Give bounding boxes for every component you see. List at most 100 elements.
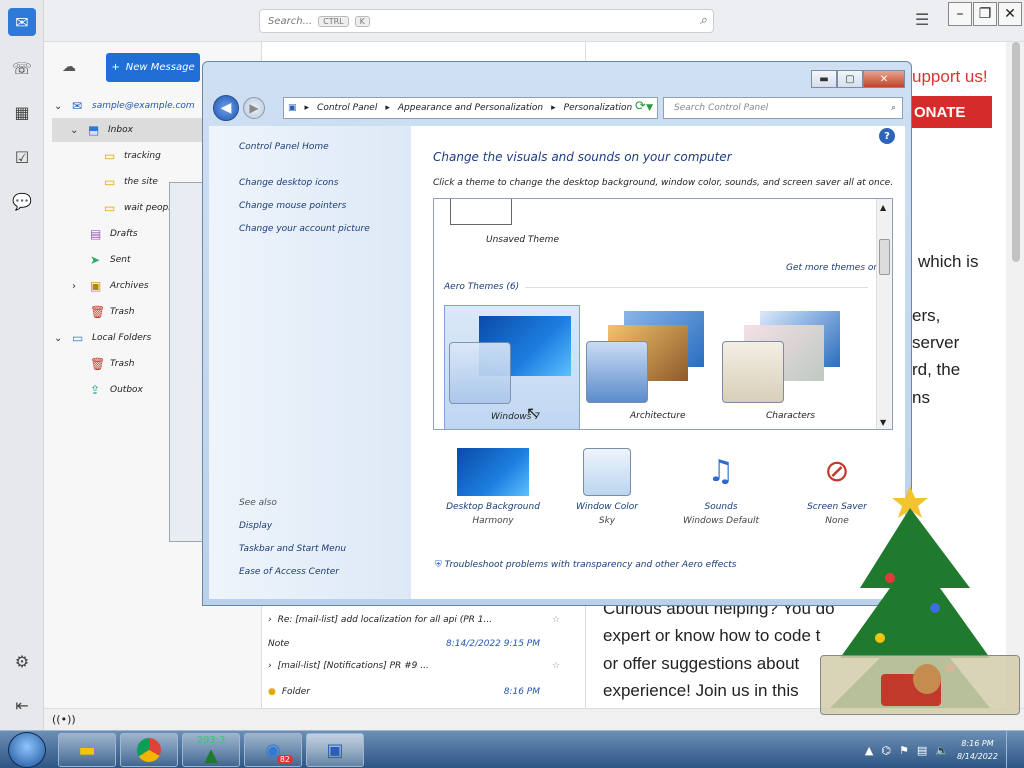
folder-label: Outbox bbox=[110, 385, 143, 395]
taskbar-link[interactable]: Taskbar and Start Menu bbox=[239, 544, 346, 554]
cp-home-link[interactable]: Control Panel Home bbox=[239, 142, 329, 152]
account-picture-link[interactable]: Change your account picture bbox=[239, 224, 370, 234]
show-hidden-icons[interactable]: ▲ bbox=[865, 744, 873, 757]
reader-line: expert or know how to code t bbox=[603, 626, 821, 645]
account-icon: ✉ bbox=[72, 99, 83, 113]
minimize-button[interactable]: – bbox=[948, 2, 972, 26]
message-subject: Folder bbox=[281, 687, 310, 697]
xmas-tree-taskbar-button[interactable]: 293:3 ▲ bbox=[182, 733, 240, 767]
folder-the-site[interactable]: ▭ the site bbox=[104, 170, 158, 194]
start-button[interactable] bbox=[8, 732, 46, 768]
local-folder-trash[interactable]: 🗑 Trash bbox=[90, 352, 134, 376]
cp-search-input[interactable]: Search Control Panel ⌕ bbox=[663, 97, 903, 119]
breadcrumb-appearance[interactable]: Appearance and Personalization bbox=[398, 103, 543, 113]
theme-color-preview bbox=[586, 341, 648, 403]
breadcrumb-sep: ▸ bbox=[385, 103, 390, 113]
chrome-taskbar-button[interactable] bbox=[120, 733, 178, 767]
local-folders-row[interactable]: ⌄ ▭ Local Folders bbox=[54, 326, 151, 350]
ornament bbox=[885, 573, 895, 583]
mail-space-icon[interactable]: ✉ bbox=[8, 8, 36, 36]
calendar-icon[interactable]: ▦ bbox=[8, 98, 36, 126]
global-search-input[interactable]: Search... CTRL K ⌕ bbox=[259, 9, 714, 33]
settings-icon[interactable]: ⚙ bbox=[8, 647, 36, 675]
star-icon[interactable]: ☆ bbox=[552, 661, 560, 671]
system-tray: ▲ ⌬ ⚑ ▤ 🔈 8:16 PM 8/14/2022 bbox=[865, 731, 1016, 768]
control-panel-taskbar-button[interactable]: ▣ bbox=[306, 733, 364, 767]
chevron-down-icon: ⌄ bbox=[54, 100, 63, 112]
chat-icon[interactable]: 💬 bbox=[8, 187, 36, 215]
network-icon[interactable]: ⌬ bbox=[881, 744, 891, 757]
refresh-icon[interactable]: ⟳ bbox=[635, 99, 653, 117]
theme-characters[interactable]: Characters bbox=[720, 305, 856, 429]
theme-architecture[interactable]: Architecture bbox=[584, 305, 720, 429]
scrollbar-thumb[interactable] bbox=[879, 239, 890, 275]
troubleshoot-label: Troubleshoot problems with transparency … bbox=[444, 560, 737, 570]
display-link[interactable]: Display bbox=[239, 521, 272, 531]
explorer-taskbar-button[interactable]: ▬ bbox=[58, 733, 116, 767]
taskbar-clock[interactable]: 8:16 PM 8/14/2022 bbox=[957, 737, 998, 763]
personalization-window: ▬ ▢ ✕ ◀ ▶ ▣ ▸ Control Panel ▸ Appearance… bbox=[202, 61, 912, 606]
background-window[interactable] bbox=[169, 182, 205, 542]
forward-button[interactable]: ▶ bbox=[243, 97, 265, 119]
display-icon[interactable]: ▤ bbox=[917, 744, 927, 757]
get-messages-icon[interactable]: ☁ bbox=[62, 59, 76, 75]
local-folder-outbox[interactable]: ⇪ Outbox bbox=[90, 378, 143, 402]
help-icon[interactable]: ? bbox=[879, 128, 895, 144]
cp-close-button[interactable]: ✕ bbox=[863, 70, 905, 88]
desktop-background-setting[interactable]: Desktop Background Harmony bbox=[438, 448, 548, 526]
message-row[interactable]: Note 8:14/2/2022 9:15 PM bbox=[268, 632, 564, 656]
volume-icon[interactable]: 🔈 bbox=[935, 744, 949, 757]
window-controls: – ❐ ✕ bbox=[948, 2, 1022, 26]
clock-gadget[interactable] bbox=[820, 655, 1020, 715]
folder-tracking[interactable]: ▭ tracking bbox=[104, 144, 161, 168]
ornament bbox=[930, 603, 940, 613]
reader-line: or offer suggestions about bbox=[603, 654, 800, 673]
folder-drafts[interactable]: ▤ Drafts bbox=[90, 222, 138, 246]
reader-line: experience! Join us in this bbox=[603, 681, 799, 700]
donate-button[interactable]: ONATE bbox=[912, 96, 992, 128]
thunderbird-taskbar-button[interactable]: ◉ 82 bbox=[244, 733, 302, 767]
troubleshoot-link[interactable]: ⛨ Troubleshoot problems with transparenc… bbox=[435, 560, 736, 570]
message-row[interactable]: › Re: [mail-list] add localization for a… bbox=[268, 608, 564, 632]
star-icon[interactable]: ☆ bbox=[552, 615, 560, 625]
scrollbar-thumb[interactable] bbox=[1012, 42, 1020, 262]
folder-wait-people[interactable]: ▭ wait people bbox=[104, 196, 176, 220]
sounds-setting[interactable]: ♫ Sounds Windows Default bbox=[666, 448, 776, 526]
scroll-down-icon[interactable]: ▼ bbox=[880, 418, 886, 427]
folder-archives[interactable]: › ▣ Archives bbox=[72, 274, 149, 298]
theme-scrollbar[interactable]: ▲ ▼ bbox=[876, 199, 892, 429]
message-row[interactable]: › [mail-list] [Notifications] PR #9 ... … bbox=[268, 654, 564, 678]
action-center-icon[interactable]: ⚑ bbox=[899, 744, 909, 757]
breadcrumb-control-panel[interactable]: Control Panel bbox=[317, 103, 377, 113]
collapse-spaces-icon[interactable]: ⇤ bbox=[8, 691, 36, 719]
close-button[interactable]: ✕ bbox=[998, 2, 1022, 26]
back-button[interactable]: ◀ bbox=[213, 95, 239, 121]
theme-windows7[interactable]: Windows 7 bbox=[444, 305, 580, 429]
chevron-right-icon: › bbox=[268, 615, 272, 625]
setting-value: Windows Default bbox=[682, 516, 760, 526]
message-row[interactable]: ● Folder 8:16 PM bbox=[268, 680, 564, 704]
scroll-up-icon[interactable]: ▲ bbox=[880, 203, 886, 212]
teddy-bear-icon bbox=[913, 664, 941, 694]
search-icon: ⌕ bbox=[890, 103, 896, 113]
new-message-button[interactable]: + New Message bbox=[106, 53, 200, 82]
cp-minimize-button[interactable]: ▬ bbox=[811, 70, 837, 88]
folder-label: the site bbox=[124, 177, 158, 187]
app-menu-icon[interactable]: ☰ bbox=[915, 10, 929, 29]
desktop-icons-link[interactable]: Change desktop icons bbox=[239, 178, 338, 188]
account-row[interactable]: ⌄ ✉ sample@example.com bbox=[54, 94, 195, 118]
tasks-icon[interactable]: ☑ bbox=[8, 143, 36, 171]
folder-sent[interactable]: ➤ Sent bbox=[90, 248, 130, 272]
unsaved-theme-thumbnail[interactable] bbox=[450, 199, 512, 225]
mouse-pointers-link[interactable]: Change mouse pointers bbox=[239, 201, 346, 211]
show-desktop-button[interactable] bbox=[1006, 731, 1016, 768]
cp-maximize-button[interactable]: ▢ bbox=[837, 70, 863, 88]
folder-trash[interactable]: 🗑 Trash bbox=[90, 300, 134, 324]
address-bar[interactable]: ▣ ▸ Control Panel ▸ Appearance and Perso… bbox=[283, 97, 658, 119]
address-book-icon[interactable]: ☏ bbox=[8, 54, 36, 82]
breadcrumb-personalization[interactable]: Personalization bbox=[564, 103, 633, 113]
maximize-button[interactable]: ❐ bbox=[973, 2, 997, 26]
ease-of-access-link[interactable]: Ease of Access Center bbox=[239, 567, 339, 577]
window-color-setting[interactable]: Window Color Sky bbox=[552, 448, 662, 526]
chevron-down-icon: ⌄ bbox=[54, 332, 63, 344]
